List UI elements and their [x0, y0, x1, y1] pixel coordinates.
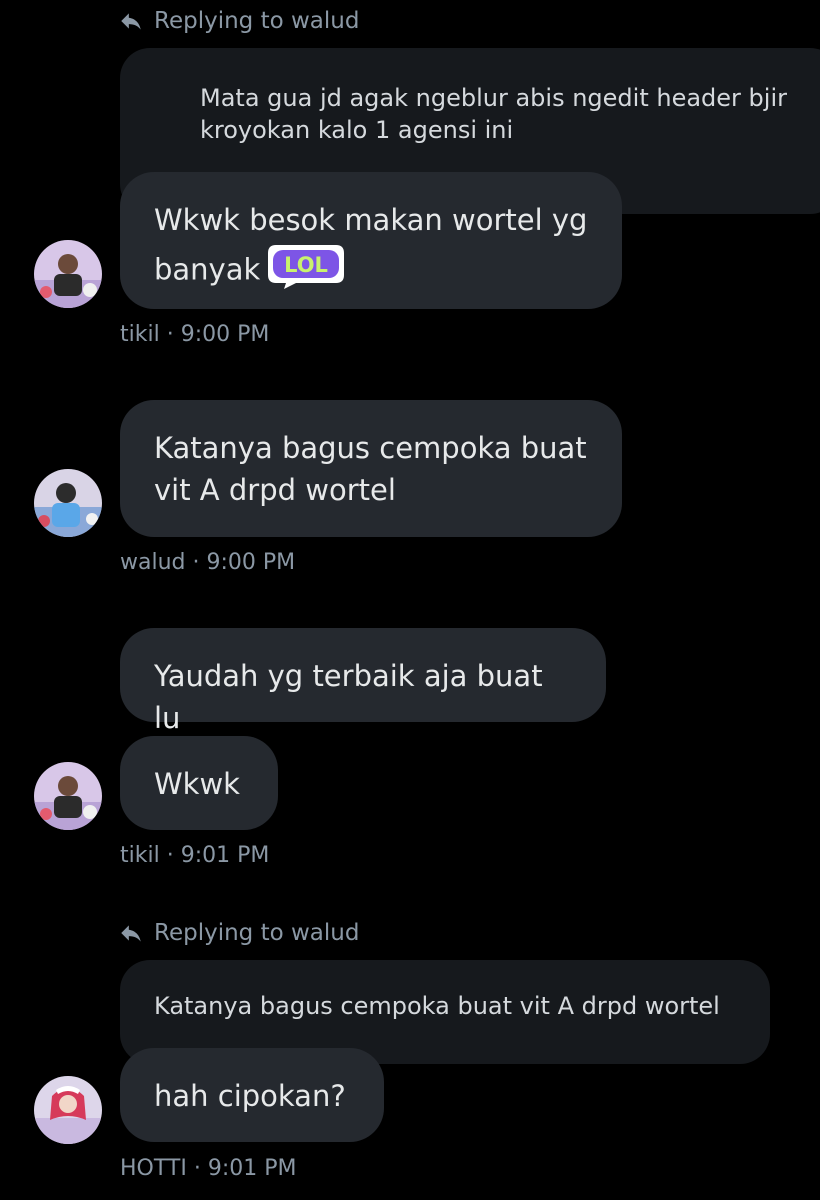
avatar-tikil[interactable] [34, 240, 102, 308]
message-bubble-3[interactable]: Yaudah yg terbaik aja buat lu [120, 628, 606, 735]
avatar-tikil[interactable] [34, 762, 102, 830]
message-bubble-5[interactable]: hah cipokan? [120, 1048, 384, 1142]
message-meta-4: tikil · 9:01 PM [120, 843, 270, 868]
message-bubble-2[interactable]: Katanya bagus cempoka buat vit A drpd wo… [120, 400, 622, 537]
message-bubble-1[interactable]: Wkwk besok makan wortel yg banyak LOL [120, 172, 622, 309]
reply-label: Replying to walud [154, 920, 360, 946]
avatar-walud[interactable] [34, 469, 102, 537]
reply-label: Replying to walud [154, 8, 360, 34]
quoted-text: Mata gua jd agak ngeblur abis ngedit hea… [200, 84, 787, 144]
quoted-text: Katanya bagus cempoka buat vit A drpd wo… [154, 992, 720, 1020]
message-meta-2: walud · 9:00 PM [120, 550, 296, 575]
reply-indicator-1[interactable]: Replying to walud [118, 8, 359, 34]
avatar-hotti[interactable] [34, 1076, 102, 1144]
reply-arrow-icon [121, 925, 141, 942]
lol-sticker-icon: LOL [266, 239, 346, 300]
reply-indicator-2[interactable]: Replying to walud [118, 920, 359, 946]
message-meta-1: tikil · 9:00 PM [120, 322, 270, 347]
message-meta-5: HOTTI · 9:01 PM [120, 1156, 297, 1181]
lol-sticker-text: LOL [284, 253, 328, 277]
reply-arrow-icon [121, 13, 141, 30]
message-bubble-4[interactable]: Wkwk [120, 736, 278, 830]
